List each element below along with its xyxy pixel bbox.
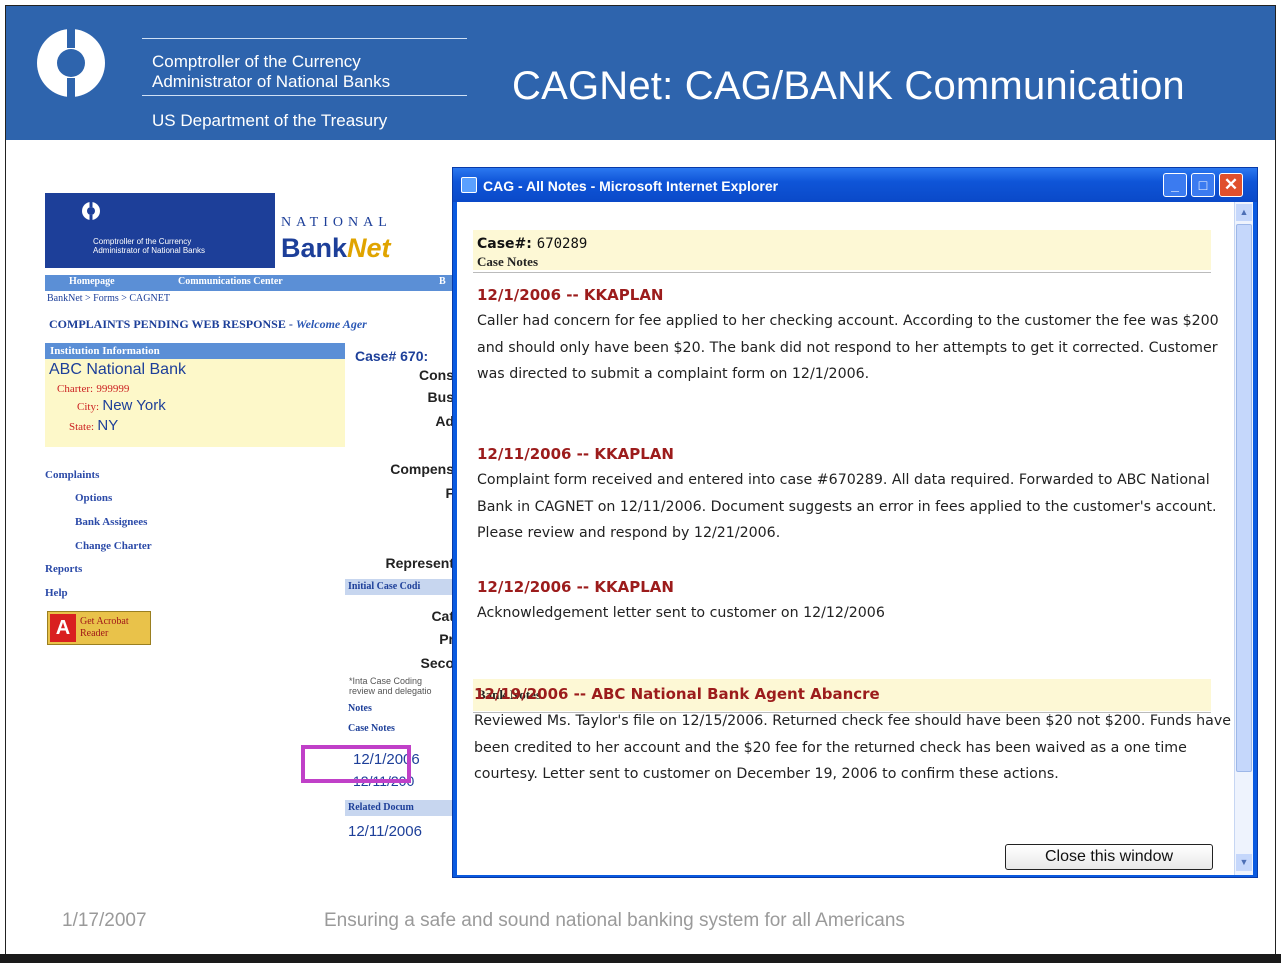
state-value: NY [97,417,119,434]
national-wordmark: NATIONAL [281,215,392,230]
label-seco: Seco [420,655,454,671]
charter-label: Charter: [57,383,94,395]
label-cons: Cons [419,367,454,383]
org-name-line1: Comptroller of the Currency [152,52,361,71]
label-represent: Represent [385,555,454,571]
sidebar-reports[interactable]: Reports [45,563,82,575]
scroll-thumb[interactable] [1236,224,1252,772]
ie-window-title: CAG - All Notes - Microsoft Internet Exp… [483,178,779,194]
breadcrumb[interactable]: BankNet > Forms > CAGNET [47,293,170,304]
bank-name: ABC National Bank [49,361,186,378]
case-header-band: Case#: 670289 Case Notes [473,230,1211,270]
slide-header: Comptroller of the Currency Administrato… [6,6,1275,140]
banner-org-line2: Administrator of National Banks [93,246,206,255]
label-compens: Compens [390,461,454,477]
banknet-navbar: Homepage Communications Center B [45,275,460,291]
ie-titlebar[interactable]: CAG - All Notes - Microsoft Internet Exp… [453,168,1257,202]
header-rule-bottom [142,95,467,96]
minimize-button[interactable]: _ [1163,173,1187,197]
banknet-logo: BankNet [281,233,391,264]
maximize-button[interactable]: □ [1191,173,1215,197]
acrobat-icon: A [50,614,76,642]
ie-client-area: Case#: 670289 Case Notes 12/1/2006 -- KK… [457,202,1253,875]
nav-item-cut[interactable]: B [439,276,446,287]
slide-title: CAGNet: CAG/BANK Communication [512,64,1185,108]
bank-note-header: 12/19/2006 -- ABC National Bank Agent Ab… [474,685,880,703]
sidebar-bank-assignees[interactable]: Bank Assignees [75,516,147,528]
case-notes-header: Case Notes [345,721,460,737]
city-row: City: New York [77,397,166,414]
nav-communications-center[interactable]: Communications Center [178,276,283,287]
banknet-banner: Comptroller of the Currency Administrato… [45,193,275,268]
note-3-header: 12/12/2006 -- KKAPLAN [477,578,674,596]
org-department: US Department of the Treasury [152,111,388,130]
case-notes-label: Case Notes [477,254,539,269]
pending-title: COMPLAINTS PENDING WEB RESPONSE - Welcom… [49,317,367,332]
notes-header: Notes [345,701,460,717]
org-name-line2: Administrator of National Banks [152,72,391,91]
highlight-box [301,745,411,783]
get-acrobat-button[interactable]: A Get Acrobat Reader [47,611,151,645]
ie-popup-window: CAG - All Notes - Microsoft Internet Exp… [452,167,1258,878]
note-1-body: Caller had concern for fee applied to he… [477,313,1219,382]
scroll-up-icon[interactable]: ▲ [1236,204,1252,221]
note-2-body: Complaint form received and entered into… [477,472,1217,541]
case-label-text: Case#: [477,236,532,252]
note-3-body: Acknowledgement letter sent to customer … [477,605,885,621]
get-acrobat-text: Get Acrobat Reader [80,616,129,640]
label-bus: Bus [427,389,454,405]
note-2-header: 12/11/2006 -- KKAPLAN [477,445,674,463]
sidebar-change-charter[interactable]: Change Charter [75,540,152,552]
ie-page-icon [461,177,477,193]
get-acrobat-line1: Get Acrobat [80,616,129,627]
ie-scrollbar[interactable]: ▲ ▼ [1234,202,1253,875]
header-rule-top [142,38,467,39]
scroll-down-icon[interactable]: ▼ [1236,854,1252,871]
bank-note-body: Reviewed Ms. Taylor's file on 12/15/2006… [474,713,1231,782]
banner-org-line1: Comptroller of the Currency [93,237,192,246]
city-value: New York [102,397,166,414]
institution-info-box: ABC National Bank Charter: 999999 City: … [45,359,345,447]
charter-row: Charter: 999999 [57,381,129,395]
close-icon[interactable]: ✕ [1219,173,1243,197]
note-1-header: 12/1/2006 -- KKAPLAN [477,286,664,304]
welcome-text: Welcome Ager [295,317,367,331]
charter-value: 999999 [96,383,130,395]
state-row: State: NY [69,417,118,434]
related-doc-link[interactable]: 12/11/2006 [348,823,422,840]
banner-org-text: Comptroller of the Currency Administrato… [93,237,205,255]
case-number-label: Case#: 670289 [477,236,587,252]
occ-logo-icon [37,26,105,100]
coding-note-line1: *Inta Case Coding [349,676,423,686]
banknet-logo-bank: Bank [281,233,348,263]
occ-small-logo-icon [82,201,100,221]
case-number-value: 670289 [536,236,588,252]
pending-title-text: COMPLAINTS PENDING WEB RESPONSE - [49,317,296,331]
sidebar-options[interactable]: Options [75,492,112,504]
get-acrobat-line2: Reader [80,628,109,639]
sidebar-complaints[interactable]: Complaints [45,469,99,481]
state-label: State: [69,421,95,433]
related-documents-header: Related Docum [345,800,460,816]
label-cat: Cat [431,608,454,624]
city-label: City: [77,401,100,413]
case-notes-rule [473,272,1211,273]
bottom-bar [0,954,1281,963]
case-number-cut: Case# 670: [355,348,429,364]
coding-note-line2: review and delegatio [349,686,432,696]
footer-date: 1/17/2007 [62,910,147,931]
footer-tagline: Ensuring a safe and sound national banki… [324,910,905,931]
sidebar-help[interactable]: Help [45,587,68,599]
close-window-button[interactable]: Close this window [1005,844,1213,870]
institution-header: Institution Information [45,343,345,359]
initial-case-coding-header: Initial Case Codi [345,579,460,595]
nav-homepage[interactable]: Homepage [69,276,115,287]
coding-note: *Inta Case Coding review and delegatio [349,676,432,696]
banknet-logo-net: Net [347,233,391,263]
